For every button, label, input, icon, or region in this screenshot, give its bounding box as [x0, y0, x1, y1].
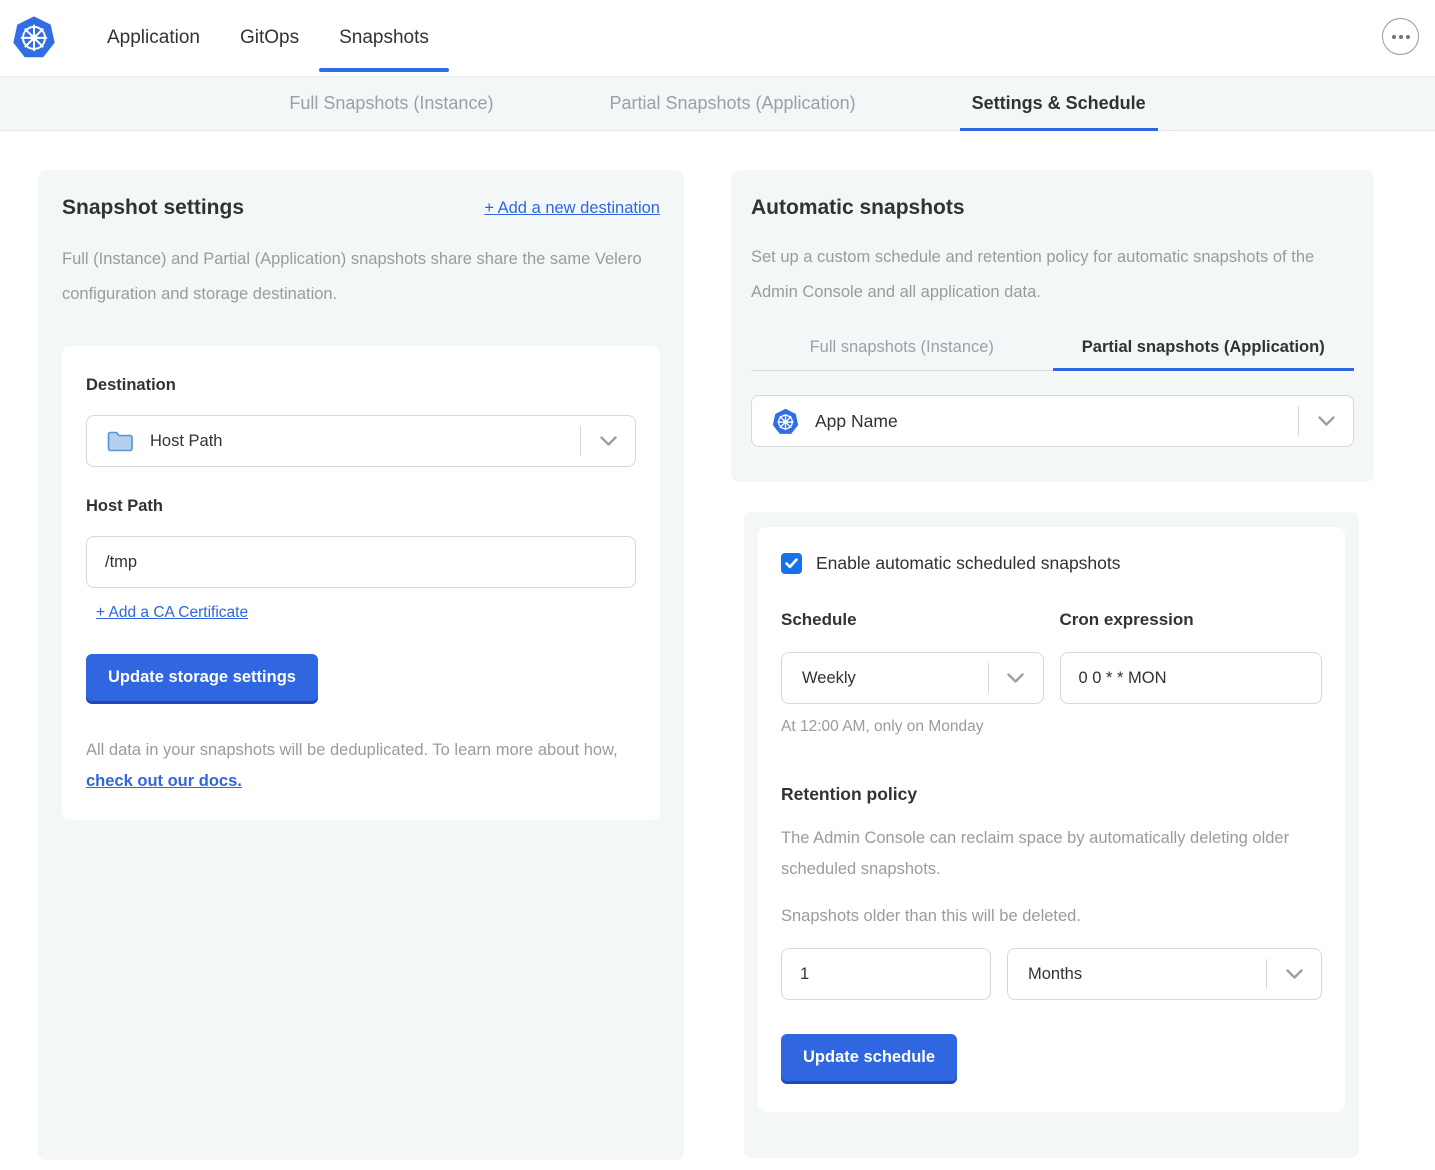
- host-path-input[interactable]: [86, 536, 636, 588]
- chevron-down-icon: [1299, 416, 1353, 427]
- main-nav: Application GitOps Snapshots: [87, 0, 449, 76]
- nav-tab-gitops[interactable]: GitOps: [220, 0, 319, 76]
- cron-readable-text: At 12:00 AM, only on Monday: [781, 718, 1322, 736]
- schedule-panel: Enable automatic scheduled snapshots Sch…: [744, 512, 1359, 1158]
- snapshot-settings-description: Full (Instance) and Partial (Application…: [62, 242, 660, 312]
- chevron-down-icon: [581, 436, 635, 447]
- app-select-value: App Name: [815, 411, 898, 432]
- destination-label: Destination: [86, 376, 636, 395]
- chevron-down-icon: [1267, 969, 1321, 980]
- destination-value: Host Path: [150, 432, 222, 451]
- retention-unit-value: Months: [1028, 965, 1082, 984]
- cron-expression-input[interactable]: [1060, 652, 1323, 704]
- kubernetes-logo-icon: [12, 15, 56, 59]
- check-icon: [785, 558, 798, 569]
- more-menu-button[interactable]: [1382, 18, 1419, 55]
- schedule-select-value: Weekly: [802, 669, 856, 688]
- subnav-tab-partial-snapshots[interactable]: Partial Snapshots (Application): [597, 77, 867, 130]
- retention-hint: Snapshots older than this will be delete…: [781, 907, 1322, 926]
- tab-partial-snapshots-application[interactable]: Partial snapshots (Application): [1053, 338, 1355, 371]
- docs-link[interactable]: check out our docs.: [86, 772, 242, 790]
- add-destination-link[interactable]: + Add a new destination: [484, 199, 660, 218]
- nav-tab-application[interactable]: Application: [87, 0, 220, 76]
- tab-full-snapshots-instance[interactable]: Full snapshots (Instance): [751, 338, 1053, 371]
- snapshot-settings-title: Snapshot settings: [62, 196, 244, 220]
- subnav-tab-settings-schedule[interactable]: Settings & Schedule: [960, 77, 1158, 130]
- snapshot-type-tabs: Full snapshots (Instance) Partial snapsh…: [751, 338, 1354, 371]
- top-nav: Application GitOps Snapshots: [0, 0, 1435, 76]
- retention-unit-select[interactable]: Months: [1007, 948, 1322, 1000]
- kubernetes-app-icon: [772, 408, 799, 435]
- nav-tab-snapshots[interactable]: Snapshots: [319, 0, 449, 76]
- app-select[interactable]: App Name: [751, 395, 1354, 447]
- chevron-down-icon: [989, 673, 1043, 684]
- schedule-label: Schedule: [781, 610, 1044, 630]
- update-schedule-button[interactable]: Update schedule: [781, 1034, 957, 1081]
- snapshots-subnav: Full Snapshots (Instance) Partial Snapsh…: [0, 76, 1435, 131]
- subnav-tab-full-snapshots[interactable]: Full Snapshots (Instance): [277, 77, 505, 130]
- storage-settings-card: Destination Host Path Host Path + Add a …: [62, 346, 660, 820]
- retention-number-input[interactable]: [781, 948, 991, 1000]
- enable-snapshots-label: Enable automatic scheduled snapshots: [816, 553, 1121, 574]
- automatic-snapshots-title: Automatic snapshots: [751, 196, 1354, 220]
- schedule-card: Enable automatic scheduled snapshots Sch…: [758, 527, 1345, 1112]
- schedule-select[interactable]: Weekly: [781, 652, 1044, 704]
- automatic-snapshots-description: Set up a custom schedule and retention p…: [751, 240, 1354, 310]
- snapshot-settings-panel: Snapshot settings + Add a new destinatio…: [38, 170, 684, 1160]
- folder-icon: [107, 430, 134, 452]
- destination-select[interactable]: Host Path: [86, 415, 636, 467]
- automatic-snapshots-panel: Automatic snapshots Set up a custom sche…: [731, 170, 1374, 482]
- update-storage-settings-button[interactable]: Update storage settings: [86, 654, 318, 701]
- enable-snapshots-checkbox[interactable]: [781, 553, 802, 574]
- retention-policy-description: The Admin Console can reclaim space by a…: [781, 823, 1322, 885]
- host-path-label: Host Path: [86, 497, 636, 516]
- cron-expression-label: Cron expression: [1060, 610, 1323, 630]
- ellipsis-icon: [1392, 35, 1396, 39]
- ca-certificate-link[interactable]: + Add a CA Certificate: [96, 604, 248, 622]
- dedup-note: All data in your snapshots will be dedup…: [86, 735, 636, 797]
- retention-policy-title: Retention policy: [781, 784, 1322, 805]
